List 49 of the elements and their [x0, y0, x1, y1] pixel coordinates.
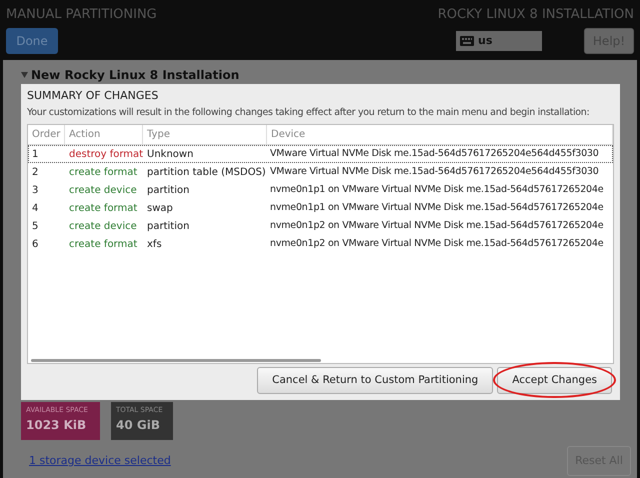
keyboard-icon [460, 36, 474, 46]
column-header[interactable]: Device [267, 125, 613, 144]
type-cell-text: partition [146, 184, 190, 198]
type-cell-text: swap [146, 202, 174, 216]
action-cell-text: create format [68, 202, 138, 216]
dialog-button[interactable]: Accept Changes [497, 367, 612, 394]
device-cell-text: VMware Virtual NVMe Disk me.15ad-564d57617265204e564d455f3030 [269, 146, 600, 161]
dialog-message: Your customizations will result in the following changes taking effect after you return to the main menu and begin installation: [27, 106, 590, 120]
type-cell-text: xfs [146, 238, 163, 252]
screen-title: MANUAL PARTITIONING [6, 6, 157, 24]
column-header[interactable]: Action [65, 125, 143, 144]
change-row[interactable]: 6 create format xfs nvme0n1p2 on VMware Virtual NVMe Disk me.15ad-564d57617265204e [28, 235, 613, 253]
order-cell-text: 1 [31, 148, 40, 162]
action-cell-text: create device [68, 184, 138, 198]
action-cell-text: create format [68, 238, 138, 252]
keyboard-layout-field[interactable]: us [456, 31, 542, 51]
product-title: ROCKY LINUX 8 INSTALLATION [438, 6, 634, 24]
total-space-value: 40 GiB [116, 417, 161, 434]
collapse-triangle-icon[interactable] [21, 72, 28, 78]
change-row[interactable]: 5 create device partition nvme0n1p2 on VMware Virtual NVMe Disk me.15ad-564d57617265204e [28, 217, 613, 235]
done-button[interactable]: Done [6, 28, 58, 54]
type-cell-text: partition [146, 220, 190, 234]
horizontal-scrollbar[interactable] [31, 359, 321, 362]
action-cell-text: create device [68, 220, 138, 234]
device-cell-text: nvme0n1p2 on VMware Virtual NVMe Disk me.15ad-564d57617265204e [269, 218, 604, 233]
storage-device-link[interactable]: 1 storage device selected [29, 452, 171, 470]
column-header[interactable]: Order [28, 125, 65, 144]
action-cell-text: destroy format [68, 148, 144, 162]
device-cell-text: VMware Virtual NVMe Disk me.15ad-564d57617265204e564d455f3030 [269, 164, 600, 179]
order-cell-text: 4 [31, 202, 40, 216]
available-space-value: 1023 KiB [26, 417, 88, 434]
section-title: New Rocky Linux 8 Installation [31, 68, 240, 82]
order-cell-text: 5 [31, 220, 40, 234]
type-cell-text: partition table (MSDOS) [146, 166, 267, 180]
change-row[interactable]: 1 destroy format Unknown VMware Virtual NVMe Disk me.15ad-564d57617265204e564d455f3030 [28, 145, 613, 163]
order-cell-text: 3 [31, 184, 40, 198]
order-cell-text: 2 [31, 166, 40, 180]
device-cell-text: nvme0n1p1 on VMware Virtual NVMe Disk me.15ad-564d57617265204e [269, 200, 604, 215]
device-cell-text: nvme0n1p1 on VMware Virtual NVMe Disk me.15ad-564d57617265204e [269, 182, 604, 197]
dialog-button[interactable]: Cancel & Return to Custom Partitioning [257, 367, 494, 394]
change-row[interactable]: 4 create format swap nvme0n1p1 on VMware Virtual NVMe Disk me.15ad-564d57617265204e [28, 199, 613, 217]
change-row[interactable]: 2 create format partition table (MSDOS) VMware Virtual NVMe Disk me.15ad-564d57617265204e564d455f3030 [28, 163, 613, 181]
order-cell-text: 6 [31, 238, 40, 252]
type-cell-text: Unknown [146, 148, 194, 162]
action-cell-text: create format [68, 166, 138, 180]
column-header[interactable]: Type [143, 125, 267, 144]
change-row[interactable]: 3 create device partition nvme0n1p1 on VMware Virtual NVMe Disk me.15ad-564d57617265204e [28, 181, 613, 199]
dialog-title: SUMMARY OF CHANGES [27, 88, 160, 104]
device-cell-text: nvme0n1p2 on VMware Virtual NVMe Disk me.15ad-564d57617265204e [269, 236, 604, 251]
